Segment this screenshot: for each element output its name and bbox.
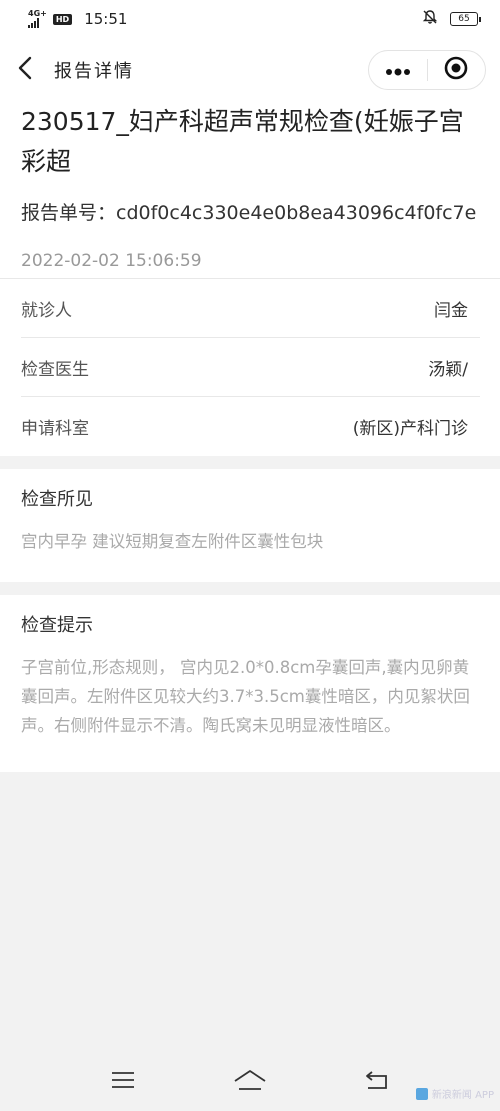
back-button[interactable]	[18, 56, 38, 84]
report-header: 230517_妇产科超声常规检查(妊娠子宫彩超 报告单号：cd0f0c4c330…	[0, 102, 500, 278]
mute-bell-icon	[422, 9, 438, 29]
info-label: 检查医生	[21, 359, 89, 380]
findings-body: 宫内早孕 建议短期复查左附件区囊性包块	[21, 532, 324, 551]
target-circle-icon	[444, 56, 468, 84]
hints-section: 检查提示 子宫前位,形态规则， 宫内见2.0*0.8cm孕囊回声,囊内见卵黄囊回…	[0, 595, 500, 772]
hd-badge: HD	[52, 13, 73, 25]
info-label: 申请科室	[21, 419, 89, 439]
signal-bars-icon	[28, 18, 39, 28]
chevron-left-icon	[18, 56, 32, 84]
findings-section: 检查所见 宫内早孕 建议短期复查左附件区囊性包块	[0, 469, 500, 582]
info-label: 就诊人	[21, 300, 72, 321]
report-datetime: 2022-02-02 15:06:59	[21, 251, 202, 271]
nav-bar: 报告详情	[0, 38, 500, 102]
more-dots-icon	[385, 61, 411, 80]
hints-body: 子宫前位,形态规则， 宫内见2.0*0.8cm孕囊回声,囊内见卵黄囊回声。左附件…	[21, 658, 470, 735]
report-title: 230517_妇产科超声常规检查(妊娠子宫彩超	[21, 107, 464, 176]
status-right: 65	[422, 9, 481, 29]
more-button[interactable]	[369, 51, 427, 89]
status-bar: 4G+ HD 15:51 65	[0, 0, 500, 38]
status-time: 15:51	[84, 10, 128, 28]
report-number: 报告单号：cd0f0c4c330e4e0b8ea43096c4f0fc7e	[21, 200, 480, 226]
network-type: 4G+	[28, 9, 47, 18]
info-row-doctor: 检查医生 汤颖/	[21, 338, 480, 397]
patient-info-list: 就诊人 闫金 检查医生 汤颖/ 申请科室 (新区)产科门诊	[0, 278, 500, 456]
mini-program-capsule	[368, 50, 486, 90]
return-icon	[364, 1070, 390, 1094]
watermark-logo-icon	[415, 1087, 428, 1100]
hints-title: 检查提示	[21, 615, 93, 636]
battery-level: 65	[458, 14, 470, 24]
watermark: 新浪新闻 APP	[415, 1086, 494, 1101]
info-row-patient: 就诊人 闫金	[21, 279, 480, 338]
info-value: 汤颖/	[428, 359, 468, 380]
watermark-text: 新浪新闻 APP	[431, 1090, 494, 1101]
menu-icon	[110, 1070, 136, 1094]
findings-title: 检查所见	[21, 489, 93, 510]
battery-icon: 65	[450, 12, 481, 26]
info-value: (新区)产科门诊	[352, 419, 468, 439]
home-icon	[233, 1069, 267, 1095]
info-value: 闫金	[434, 300, 468, 321]
network-indicator: 4G+	[28, 10, 47, 28]
page-title: 报告详情	[54, 61, 134, 82]
home-button[interactable]	[230, 1067, 270, 1097]
report-number-label: 报告单号：	[21, 202, 117, 224]
menu-button[interactable]	[103, 1067, 143, 1097]
status-left: 4G+ HD 15:51	[28, 10, 127, 28]
info-row-department: 申请科室 (新区)产科门诊	[21, 397, 480, 456]
close-mini-program-button[interactable]	[428, 51, 486, 89]
back-nav-button[interactable]	[357, 1067, 397, 1097]
report-number-value: cd0f0c4c330e4e0b8ea43096c4f0fc7e	[116, 202, 477, 224]
system-nav-bar	[0, 1052, 500, 1111]
